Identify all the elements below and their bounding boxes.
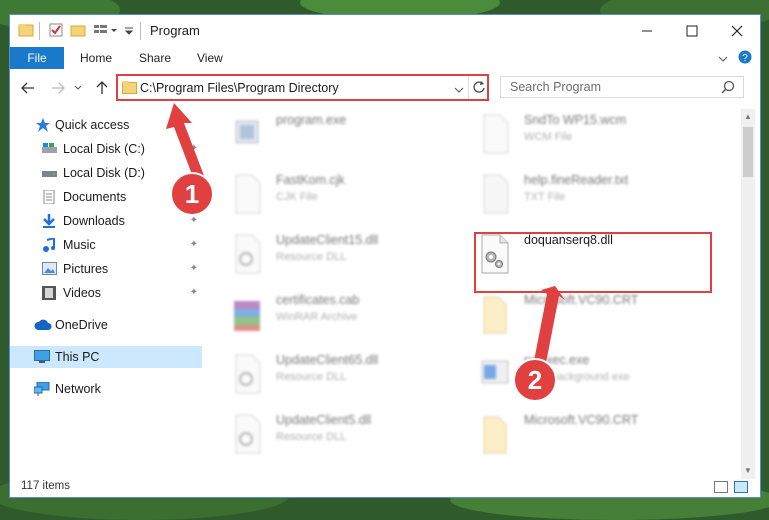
sidebar-item-videos[interactable]: Videos ✦ [10, 282, 202, 304]
pin-icon[interactable]: ✦ [190, 215, 198, 226]
window-title: Program [150, 23, 200, 38]
dll-icon [230, 413, 264, 455]
sidebar-item-onedrive[interactable]: OneDrive [10, 314, 202, 336]
file-item[interactable]: help.fineReader.txt TXT File [456, 169, 696, 225]
properties-icon[interactable] [48, 22, 64, 40]
pin-icon[interactable]: ✦ [190, 239, 198, 250]
file-item[interactable]: ppExec.exe SWT background exe [456, 349, 696, 405]
folder-icon [122, 80, 137, 97]
vertical-scrollbar[interactable]: ▲ ▼ [741, 109, 755, 479]
divider [140, 22, 141, 40]
sidebar-item-network[interactable]: Network [10, 378, 202, 400]
dll-icon [230, 353, 264, 395]
sidebar-item-pictures[interactable]: Pictures ✦ [10, 258, 202, 280]
svg-text:?: ? [742, 53, 748, 64]
close-button[interactable] [714, 15, 760, 47]
navigation-bar: C:\Program Files\Program Directory Searc… [10, 73, 760, 105]
documents-icon [42, 189, 56, 205]
folder-icon [478, 413, 512, 455]
ribbon-tabs: File Home Share View ? [10, 47, 760, 69]
large-icons-view-icon[interactable] [734, 481, 748, 493]
search-box[interactable]: Search Program [500, 76, 744, 98]
item-count: 117 items [21, 480, 71, 492]
videos-icon [42, 286, 56, 300]
exe-icon [230, 113, 264, 155]
exe-icon [478, 353, 512, 395]
search-input[interactable]: Search Program [510, 80, 601, 94]
star-icon [36, 118, 50, 132]
dropdown-icon[interactable] [124, 22, 134, 40]
file-item[interactable]: SndTo WP15.wcm WCM File [456, 109, 696, 165]
pin-icon[interactable]: ✦ [190, 287, 198, 298]
file-icon [230, 173, 264, 215]
network-icon [33, 381, 50, 396]
file-highlight-box [474, 232, 712, 293]
computer-icon [34, 350, 50, 364]
maximize-button[interactable] [669, 15, 715, 47]
address-dropdown-icon[interactable] [454, 84, 464, 98]
scroll-down-icon[interactable]: ▼ [741, 463, 755, 477]
tab-share[interactable]: Share [139, 51, 171, 65]
sidebar-item-music[interactable]: Music ✦ [10, 234, 202, 256]
search-icon [721, 80, 735, 97]
folder-icon [478, 293, 512, 335]
back-arrow-icon [21, 82, 34, 94]
archive-icon [230, 293, 264, 335]
close-icon [731, 25, 743, 37]
dll-icon [230, 233, 264, 275]
file-item[interactable]: Microsoft.VC90.CRT [456, 409, 696, 465]
pictures-icon [42, 262, 57, 276]
file-item[interactable]: UpdateClient15.dll Resource DLL [208, 229, 448, 285]
up-button[interactable] [92, 78, 112, 98]
cloud-icon [34, 318, 52, 332]
drive-icon [42, 142, 57, 156]
file-list: program.exe FastKom.cjk CJK File UpdateC… [208, 109, 742, 475]
divider [39, 22, 40, 40]
recent-locations-button[interactable] [72, 78, 84, 98]
scroll-up-icon[interactable]: ▲ [741, 109, 755, 123]
minimize-icon [642, 30, 652, 32]
folder-icon [18, 22, 34, 40]
help-icon[interactable]: ? [738, 50, 752, 67]
download-icon [42, 214, 56, 228]
minimize-button[interactable] [624, 15, 670, 47]
tab-home[interactable]: Home [80, 51, 112, 65]
status-bar: 117 items [10, 477, 760, 497]
chevron-down-icon [74, 85, 82, 90]
file-item[interactable]: UpdateClient5.dll Resource DLL [208, 409, 448, 465]
step-badge-1: 1 [170, 172, 214, 216]
drive-icon [42, 166, 57, 180]
file-item[interactable]: Microsoft.VC90.CRT [456, 289, 696, 345]
title-bar: Program [10, 15, 760, 47]
scrollbar-thumb[interactable] [743, 127, 753, 177]
forward-arrow-icon [52, 82, 65, 94]
maximize-icon [686, 25, 698, 37]
file-item[interactable]: certificates.cab WinRAR Archive [208, 289, 448, 345]
file-item[interactable]: FastKom.cjk CJK File [208, 169, 448, 225]
text-file-icon [478, 173, 512, 215]
back-button[interactable] [18, 78, 38, 98]
up-arrow-icon [96, 81, 108, 94]
divider [468, 76, 469, 99]
details-view-icon[interactable] [714, 481, 728, 493]
music-icon [42, 236, 56, 252]
expand-ribbon-icon[interactable] [718, 52, 728, 66]
pin-icon[interactable]: ✦ [190, 263, 198, 274]
file-icon [478, 113, 512, 155]
sidebar-item-downloads[interactable]: Downloads ✦ [10, 210, 202, 232]
step-badge-2: 2 [513, 358, 557, 402]
explorer-window: Program File Home Share View ? C:\Progra… [9, 14, 761, 498]
file-item[interactable]: program.exe [208, 109, 448, 165]
refresh-icon[interactable] [472, 80, 486, 97]
sidebar-item-this-pc[interactable]: This PC [10, 346, 202, 368]
file-item[interactable]: UpdateClient65.dll Resource DLL [208, 349, 448, 405]
forward-button[interactable] [48, 78, 68, 98]
customize-toolbar-icon[interactable] [94, 22, 122, 40]
address-path: C:\Program Files\Program Directory [140, 81, 339, 95]
tab-file[interactable]: File [10, 47, 64, 69]
new-folder-icon[interactable] [70, 22, 86, 40]
tab-view[interactable]: View [197, 51, 223, 65]
